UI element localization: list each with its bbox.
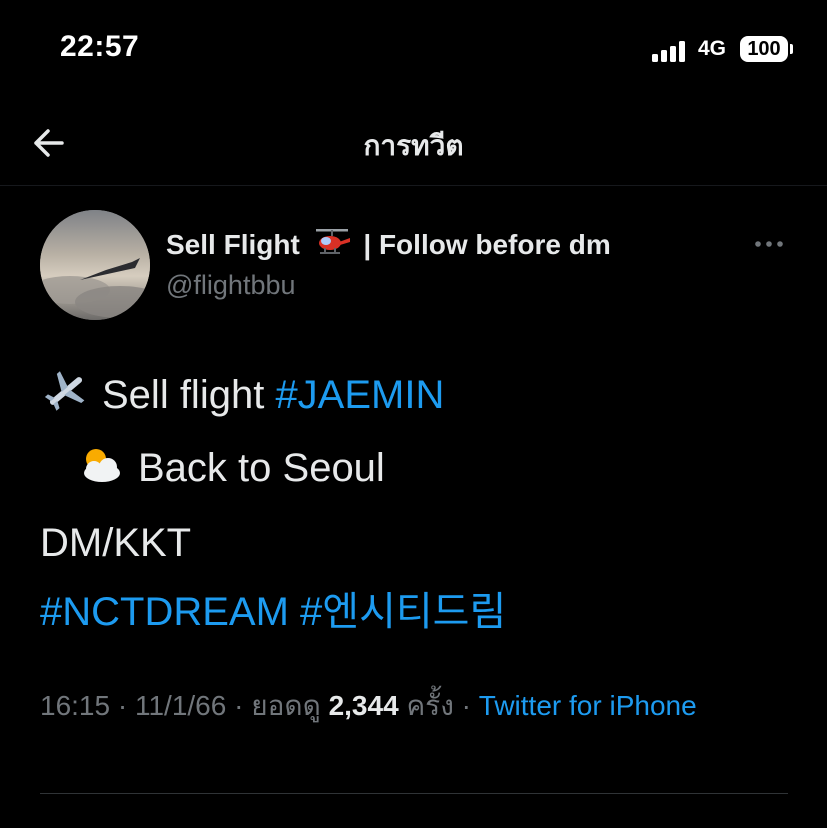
airplane-icon — [42, 370, 90, 422]
divider — [40, 793, 788, 794]
hashtag-korean[interactable]: #엔시티드림 — [300, 590, 506, 634]
battery-nub — [790, 44, 793, 54]
cellular-signal-icon — [652, 40, 690, 62]
tweet-detail: Sell Flight | Follow before dm @flightbb… — [0, 185, 827, 828]
tweet-line-2: Back to Seoul — [76, 445, 385, 495]
author-handle[interactable]: @flightbbu — [166, 270, 296, 301]
views-label: ยอดดู — [251, 690, 321, 721]
meta-separator: · — [110, 690, 135, 721]
views-count[interactable]: 2,344 — [329, 690, 399, 721]
nav-header: การทวีต — [0, 100, 827, 185]
avatar-image — [40, 210, 150, 320]
tweet-date[interactable]: 11/1/66 — [135, 690, 226, 721]
sun-behind-cloud-icon — [76, 445, 124, 495]
tweet-line-1-text: Sell flight — [102, 373, 265, 417]
helicopter-icon — [312, 226, 352, 265]
tweet-meta: 16:15 · 11/1/66 · ยอดดู 2,344 ครั้ง · Tw… — [40, 684, 800, 728]
hashtag-nctdream[interactable]: #NCTDREAM — [40, 590, 289, 634]
tweet-source-link[interactable]: Twitter for iPhone — [479, 690, 697, 721]
more-dots-icon — [755, 241, 783, 247]
meta-separator: · — [453, 690, 479, 721]
hashtag-jaemin[interactable]: #JAEMIN — [275, 373, 444, 417]
tweet-line-2-text: Back to Seoul — [138, 446, 385, 490]
status-time: 22:57 — [60, 30, 140, 63]
battery-icon: 100 — [740, 36, 788, 62]
tweet-line-4: #NCTDREAM #엔시티드림 — [40, 579, 506, 637]
meta-separator: · — [226, 690, 252, 721]
page-title: การทวีต — [363, 130, 464, 161]
tweet-line-3: DM/KKT — [40, 521, 192, 565]
avatar[interactable] — [40, 210, 150, 320]
author-name[interactable]: Sell Flight | Follow before dm — [166, 226, 611, 265]
views-unit: ครั้ง — [406, 690, 454, 721]
more-options-button[interactable] — [752, 234, 788, 254]
status-bar: 22:57 4G 100 — [0, 0, 827, 100]
network-type: 4G — [698, 37, 727, 60]
tweet-time[interactable]: 16:15 — [40, 690, 110, 721]
author-name-text: Sell Flight — [166, 229, 300, 260]
tweet-line-1: Sell flight #JAEMIN — [42, 370, 444, 422]
author-name-suffix: | Follow before dm — [363, 229, 611, 260]
